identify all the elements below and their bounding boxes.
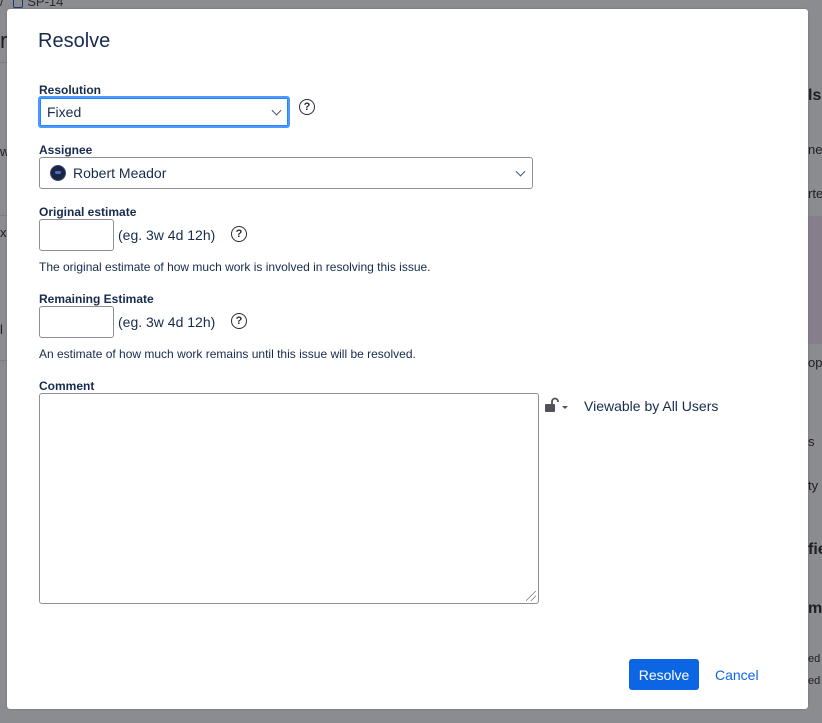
- background-fragment: l: [0, 322, 3, 337]
- background-panel: [808, 216, 822, 344]
- question-circle-icon[interactable]: ?: [231, 226, 247, 242]
- resolution-select[interactable]: Fixed: [38, 96, 290, 128]
- visibility-dropdown[interactable]: [544, 397, 574, 413]
- background-fragment: ls: [808, 87, 822, 104]
- chevron-down-icon: [271, 105, 282, 116]
- comment-textarea[interactable]: [39, 393, 539, 604]
- background-fragment: s: [808, 434, 815, 449]
- original-estimate-input[interactable]: [39, 219, 114, 251]
- assignee-label: Assignee: [39, 143, 93, 157]
- issue-type-icon: [13, 0, 24, 8]
- question-circle-icon[interactable]: ?: [299, 99, 315, 115]
- background-fragment: ma: [808, 600, 822, 617]
- background-fragment: x: [0, 225, 7, 240]
- background-fragment: fie: [808, 541, 822, 558]
- remaining-estimate-hint: (eg. 3w 4d 12h): [118, 314, 216, 330]
- background-fragment: ed: [808, 653, 821, 665]
- chevron-down-icon: [515, 166, 526, 177]
- resolve-dialog: Resolve Resolution Fixed ? Assignee Robe…: [7, 9, 808, 709]
- resolve-button[interactable]: Resolve: [629, 659, 699, 690]
- resolution-label: Resolution: [39, 83, 101, 97]
- remaining-estimate-description: An estimate of how much work remains unt…: [39, 347, 416, 361]
- background-fragment: ne: [808, 142, 822, 157]
- background-fragment: rte: [808, 186, 822, 201]
- remaining-estimate-input[interactable]: [39, 306, 114, 338]
- background-fragment: ty: [808, 478, 819, 493]
- unlock-icon: [545, 397, 568, 412]
- visibility-label: Viewable by All Users: [584, 398, 719, 414]
- background-fragment: ed: [808, 675, 821, 687]
- original-estimate-label: Original estimate: [39, 205, 137, 219]
- dialog-title: Resolve: [38, 30, 111, 52]
- resize-handle-icon[interactable]: [526, 591, 536, 601]
- assignee-select[interactable]: Robert Meador: [39, 157, 533, 189]
- comment-label: Comment: [39, 379, 95, 393]
- question-circle-icon[interactable]: ?: [231, 313, 247, 329]
- background-fragment: op: [808, 355, 822, 370]
- remaining-estimate-label: Remaining Estimate: [39, 292, 154, 306]
- resolution-selected-value: Fixed: [47, 104, 82, 120]
- assignee-selected-value: Robert Meador: [73, 165, 167, 181]
- background-breadcrumb: / SP-14: [0, 0, 63, 9]
- original-estimate-description: The original estimate of how much work i…: [39, 260, 431, 274]
- avatar: [50, 165, 66, 181]
- original-estimate-hint: (eg. 3w 4d 12h): [118, 227, 216, 243]
- cancel-button[interactable]: Cancel: [715, 659, 759, 690]
